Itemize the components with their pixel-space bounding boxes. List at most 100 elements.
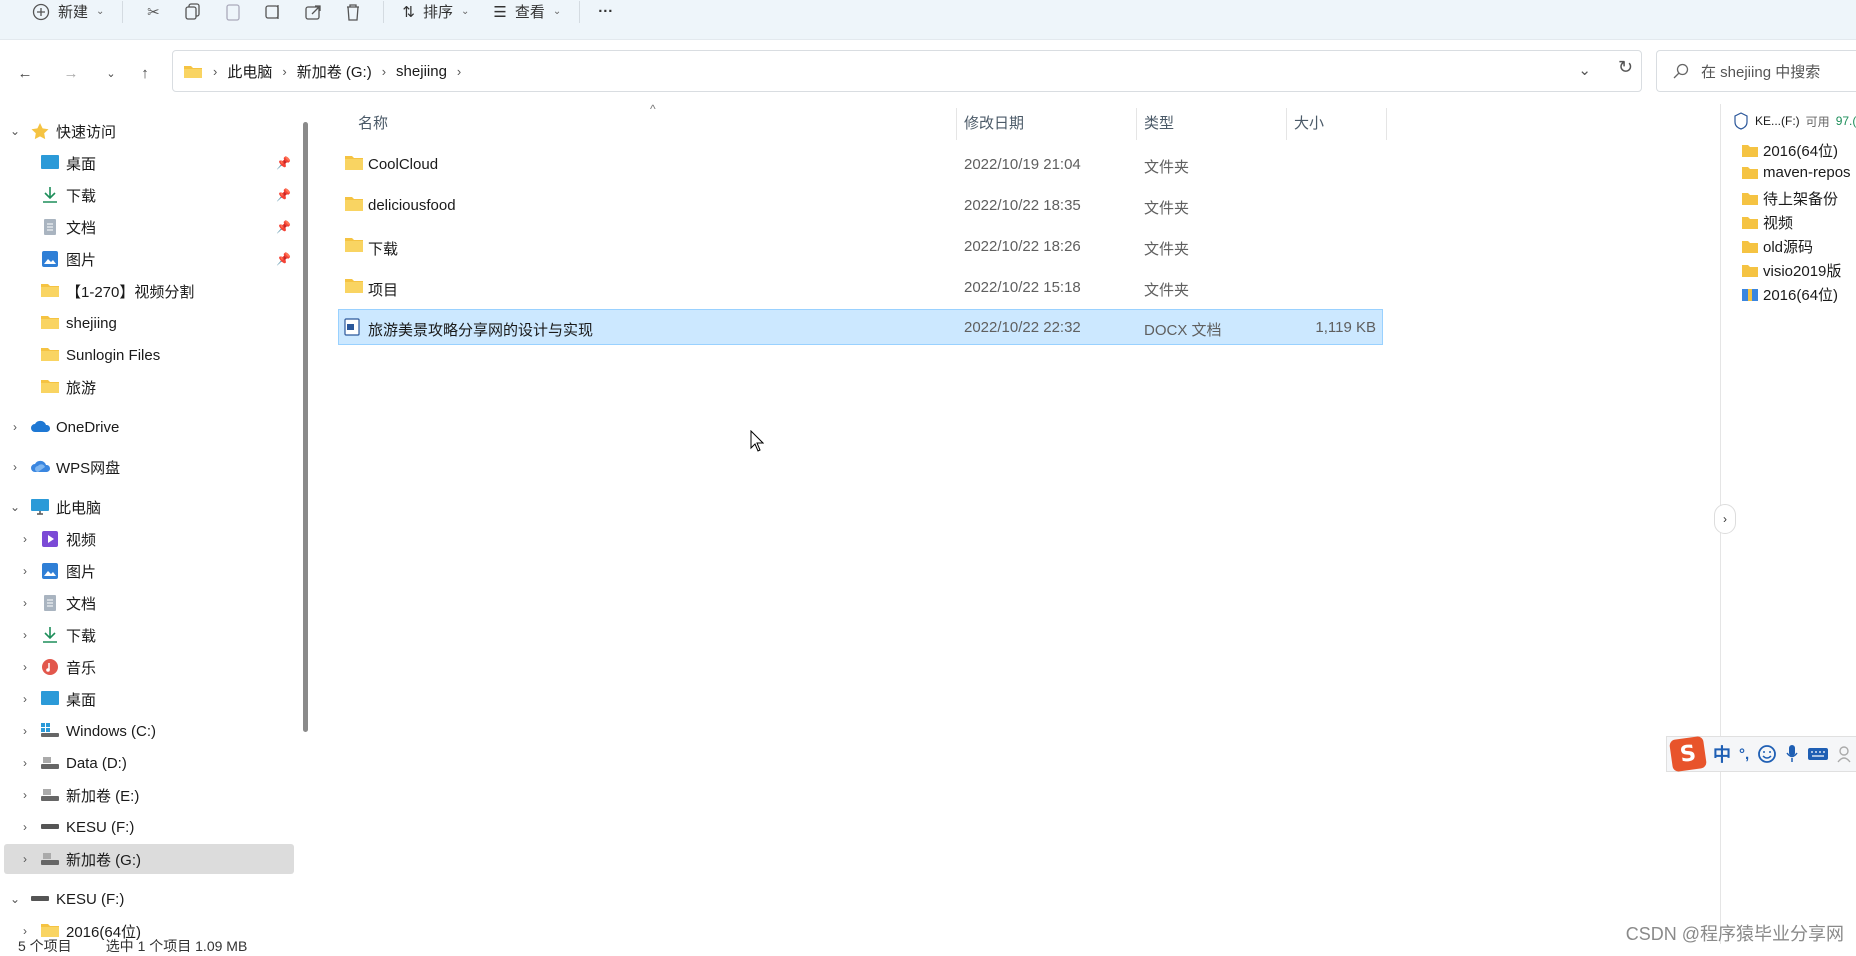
chevron-right-icon[interactable]: › xyxy=(18,852,32,866)
rename-button[interactable] xyxy=(253,0,293,27)
preview-item[interactable]: visio2019版 xyxy=(1741,260,1841,281)
nav-wps-drive[interactable]: › WPS网盘 xyxy=(0,452,294,482)
breadcrumb-drive-g[interactable]: 新加卷 (G:) xyxy=(291,61,378,82)
chevron-right-icon[interactable]: › xyxy=(18,596,32,610)
nav-item-documents[interactable]: 文档 📌 xyxy=(0,212,294,242)
preview-item[interactable]: old源码 xyxy=(1741,236,1813,257)
nav-drive-g[interactable]: › 新加卷 (G:) xyxy=(4,844,294,874)
pin-icon[interactable]: 📌 xyxy=(276,220,291,234)
column-header-date[interactable]: 修改日期 xyxy=(964,112,1024,133)
pin-icon[interactable]: 📌 xyxy=(276,156,291,170)
file-row[interactable]: CoolCloud 2022/10/19 21:04 文件夹 xyxy=(338,147,1383,183)
user-icon[interactable] xyxy=(1837,745,1851,763)
folder-icon xyxy=(1741,166,1759,180)
nav-item-desktop[interactable]: 桌面 📌 xyxy=(0,148,294,178)
file-type: 文件夹 xyxy=(1144,200,1190,217)
nav-pc-downloads[interactable]: › 下载 xyxy=(0,620,294,650)
more-options-button[interactable]: ··· xyxy=(590,0,621,27)
column-divider[interactable] xyxy=(1386,108,1387,140)
nav-onedrive[interactable]: › OneDrive xyxy=(0,412,294,442)
paste-button[interactable] xyxy=(213,0,253,27)
chevron-right-icon[interactable]: › xyxy=(8,460,22,474)
nav-item-shejiing[interactable]: shejiing xyxy=(0,308,294,338)
cut-button[interactable]: ✂ xyxy=(133,0,173,27)
chevron-down-icon[interactable]: ⌄ xyxy=(1578,61,1591,79)
ime-mode-toggle[interactable]: 中 xyxy=(1713,741,1731,767)
preview-item[interactable]: 2016(64位) xyxy=(1741,140,1838,161)
more-icon: ··· xyxy=(598,3,614,20)
file-row[interactable]: deliciousfood 2022/10/22 18:35 文件夹 xyxy=(338,188,1383,224)
chevron-right-icon[interactable]: › xyxy=(8,420,22,434)
preview-item[interactable]: maven-repos xyxy=(1741,164,1851,181)
copy-button[interactable] xyxy=(173,0,213,27)
nav-pc-pictures[interactable]: › 图片 xyxy=(0,556,294,586)
breadcrumb-separator: › xyxy=(213,63,218,79)
nav-item-travel[interactable]: 旅游 xyxy=(0,372,294,402)
nav-pc-documents[interactable]: › 文档 xyxy=(0,588,294,618)
chevron-right-icon[interactable]: › xyxy=(18,564,32,578)
pin-icon[interactable]: 📌 xyxy=(276,188,291,202)
chevron-right-icon[interactable]: › xyxy=(18,532,32,546)
chevron-right-icon[interactable]: › xyxy=(18,756,32,770)
microphone-icon[interactable] xyxy=(1785,744,1799,764)
keyboard-icon[interactable] xyxy=(1807,746,1829,762)
up-button[interactable]: ↑ xyxy=(130,58,160,88)
separator xyxy=(122,0,124,23)
chevron-down-icon[interactable]: ⌄ xyxy=(8,124,22,138)
file-row-selected[interactable]: 旅游美景攻略分享网的设计与实现 2022/10/22 22:32 DOCX 文档… xyxy=(338,309,1383,345)
nav-kesu-drive[interactable]: ⌄ KESU (F:) xyxy=(0,884,294,914)
ime-punctuation-toggle[interactable]: °, xyxy=(1739,746,1749,763)
chevron-down-icon[interactable]: ⌄ xyxy=(8,500,22,514)
nav-item-pictures[interactable]: 图片 📌 xyxy=(0,244,294,274)
nav-this-pc[interactable]: ⌄ 此电脑 xyxy=(0,492,294,522)
column-divider[interactable] xyxy=(1286,108,1287,140)
file-row[interactable]: 下载 2022/10/22 18:26 文件夹 xyxy=(338,229,1383,265)
recent-locations-button[interactable]: ⌄ xyxy=(96,58,126,88)
column-header-size[interactable]: 大小 xyxy=(1294,112,1324,133)
chevron-right-icon[interactable]: › xyxy=(18,820,32,834)
file-row[interactable]: 项目 2022/10/22 15:18 文件夹 xyxy=(338,270,1383,306)
nav-pc-videos[interactable]: › 视频 xyxy=(0,524,294,554)
refresh-icon[interactable]: ↻ xyxy=(1618,57,1633,78)
nav-item-downloads[interactable]: 下载 📌 xyxy=(0,180,294,210)
archive-icon xyxy=(1741,288,1759,302)
chevron-right-icon[interactable]: › xyxy=(18,692,32,706)
column-header-name[interactable]: 名称 xyxy=(358,112,388,133)
chevron-right-icon[interactable]: › xyxy=(18,628,32,642)
emoji-icon[interactable] xyxy=(1757,744,1777,764)
nav-drive-e[interactable]: › 新加卷 (E:) xyxy=(0,780,294,810)
preview-item[interactable]: 视频 xyxy=(1741,212,1793,233)
column-divider[interactable] xyxy=(956,108,957,140)
nav-quick-access[interactable]: ⌄ 快速访问 xyxy=(0,116,294,146)
sogou-logo-icon[interactable]: S xyxy=(1668,735,1708,773)
nav-drive-f[interactable]: › KESU (F:) xyxy=(0,812,294,842)
pin-icon[interactable]: 📌 xyxy=(276,252,291,266)
sidebar-scrollbar[interactable] xyxy=(303,122,308,732)
breadcrumb-shejiing[interactable]: shejiing xyxy=(390,63,453,80)
forward-button[interactable]: → xyxy=(56,58,86,88)
column-header-type[interactable]: 类型 xyxy=(1144,112,1174,133)
new-button[interactable]: 新建 ⌄ xyxy=(24,0,112,27)
nav-drive-c[interactable]: › Windows (C:) xyxy=(0,716,294,746)
nav-pc-desktop[interactable]: › 桌面 xyxy=(0,684,294,714)
back-button[interactable]: ← xyxy=(10,58,40,88)
sort-button[interactable]: ⇅ 排序 ⌄ xyxy=(394,0,477,27)
nav-drive-d[interactable]: › Data (D:) xyxy=(0,748,294,778)
nav-item-video-split[interactable]: 【1-270】视频分割 xyxy=(0,276,294,306)
address-bar[interactable]: › 此电脑 › 新加卷 (G:) › shejiing › ⌄ ↻ xyxy=(172,50,1642,92)
preview-item[interactable]: 待上架备份 xyxy=(1741,188,1838,209)
search-box[interactable]: 在 shejiing 中搜索 xyxy=(1656,50,1856,92)
chevron-right-icon[interactable]: › xyxy=(18,660,32,674)
preview-item[interactable]: 2016(64位) xyxy=(1741,284,1838,305)
column-divider[interactable] xyxy=(1136,108,1137,140)
nav-item-sunlogin[interactable]: Sunlogin Files xyxy=(0,340,294,370)
chevron-right-icon[interactable]: › xyxy=(18,788,32,802)
chevron-right-icon[interactable]: › xyxy=(18,724,32,738)
chevron-down-icon[interactable]: ⌄ xyxy=(8,892,22,906)
nav-pc-music[interactable]: › 音乐 xyxy=(0,652,294,682)
chevron-right-icon[interactable]: › xyxy=(1714,504,1736,534)
view-button[interactable]: ☰ 查看 ⌄ xyxy=(485,0,569,27)
share-button[interactable] xyxy=(293,0,333,27)
delete-button[interactable] xyxy=(333,0,373,27)
breadcrumb-this-pc[interactable]: 此电脑 xyxy=(221,61,278,82)
